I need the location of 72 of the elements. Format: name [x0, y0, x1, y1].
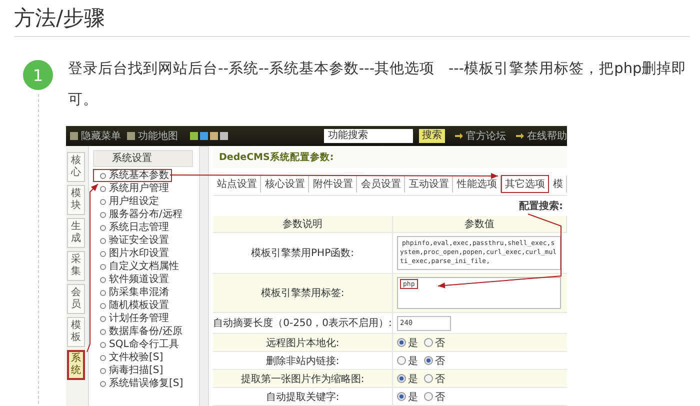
setting-label: 删除非站内链接:: [213, 352, 393, 369]
side-tab[interactable]: 采集: [67, 251, 85, 281]
menu-item[interactable]: 用户组设定: [93, 195, 162, 208]
side-tab[interactable]: 会员: [67, 284, 85, 314]
radio-label: 否: [435, 354, 445, 368]
radio-button[interactable]: [397, 338, 406, 347]
config-tab[interactable]: 互动设置: [405, 175, 453, 193]
radio-label: 否: [435, 390, 445, 404]
radio-button[interactable]: [424, 356, 433, 365]
radio-label: 是: [408, 390, 418, 404]
scrollbar[interactable]: [199, 146, 209, 406]
menu-item[interactable]: 验证安全设置: [93, 234, 172, 247]
config-tab[interactable]: 模: [549, 175, 567, 193]
setting-label: 远程图片本地化:: [213, 334, 393, 351]
menu-item[interactable]: 自定义文档属性: [93, 260, 182, 273]
menu-item[interactable]: 数据库备份/还原: [93, 325, 186, 338]
config-tab[interactable]: 附件设置: [309, 175, 357, 193]
section-heading: 方法/步骤: [14, 0, 690, 37]
arrow-icon: [516, 133, 524, 139]
radio-button[interactable]: [424, 392, 433, 401]
step-text: 登录后台找到网站后台--系统--系统基本参数---其他选项 ---模板引擎禁用标签，把php删掉即可。: [68, 60, 688, 110]
radio-button[interactable]: [424, 338, 433, 347]
menu-link[interactable]: 功能地图: [138, 129, 178, 143]
setting-label: 模板引擎禁用PHP函数:: [213, 233, 393, 273]
setting-label: 模板引擎禁用标签:: [213, 274, 393, 312]
column-header: 参数说明: [213, 216, 393, 232]
radio-label: 否: [435, 336, 445, 350]
menu-item[interactable]: 系统错误修复[S]: [93, 377, 186, 390]
radio-button[interactable]: [397, 392, 406, 401]
config-tab[interactable]: 站点设置: [213, 175, 261, 193]
search-button[interactable]: 搜索: [419, 129, 445, 143]
step-number: 1: [23, 60, 53, 90]
setting-label: 自动摘要长度（0-250，0表示不启用）:: [213, 313, 393, 333]
menu-title[interactable]: 系统设置: [93, 150, 193, 167]
side-tab[interactable]: 生成: [67, 218, 85, 248]
menu-item[interactable]: SQL命令行工具: [93, 338, 182, 351]
top-link[interactable]: 官方论坛: [466, 129, 506, 143]
menu-item[interactable]: 计划任务管理: [93, 312, 172, 325]
menu-item[interactable]: 防采集串混淆: [93, 286, 172, 299]
radio-label: 是: [408, 354, 418, 368]
side-tab[interactable]: 系统: [67, 350, 85, 380]
config-tab[interactable]: 会员设置: [357, 175, 405, 193]
menu-link[interactable]: 隐藏菜单: [81, 129, 121, 143]
column-header: 参数值: [393, 216, 567, 232]
menu-item[interactable]: 病毒扫描[S]: [93, 364, 166, 377]
radio-label: 是: [408, 336, 418, 350]
radio-label: 否: [435, 372, 445, 386]
search-label: 配置搜索:: [518, 200, 564, 214]
menu-item[interactable]: 图片水印设置: [93, 247, 172, 260]
radio-button[interactable]: [397, 356, 406, 365]
menu-item[interactable]: 文件校验[S]: [93, 351, 166, 364]
menu-item[interactable]: 随机模板设置: [93, 299, 172, 312]
search-field[interactable]: 功能搜索: [324, 129, 413, 143]
arrow-icon: [455, 133, 463, 139]
setting-label: 自动提取关键字:: [213, 388, 393, 405]
config-tab[interactable]: 其它选项: [501, 175, 549, 193]
radio-label: 是: [408, 372, 418, 386]
side-tab[interactable]: 核心: [67, 152, 85, 182]
panel-title: DedeCMS系统配置参数:: [213, 148, 567, 168]
menu-item[interactable]: 服务器分布/远程: [93, 208, 186, 221]
side-tab[interactable]: 模板: [67, 317, 85, 347]
setting-label: 提取第一张图片作为缩略图:: [213, 370, 393, 387]
side-tab[interactable]: 模块: [67, 185, 85, 215]
color-swatches-icon[interactable]: [190, 132, 228, 140]
menu-item[interactable]: 系统日志管理: [93, 221, 172, 234]
radio-button[interactable]: [397, 374, 406, 383]
radio-button[interactable]: [424, 374, 433, 383]
menu-item[interactable]: 系统用户管理: [93, 182, 172, 195]
menu-item[interactable]: 系统基本参数: [93, 169, 172, 182]
top-link[interactable]: 在线帮助: [527, 129, 567, 143]
menu-item[interactable]: 软件频道设置: [93, 273, 172, 286]
config-tab[interactable]: 核心设置: [261, 175, 309, 193]
